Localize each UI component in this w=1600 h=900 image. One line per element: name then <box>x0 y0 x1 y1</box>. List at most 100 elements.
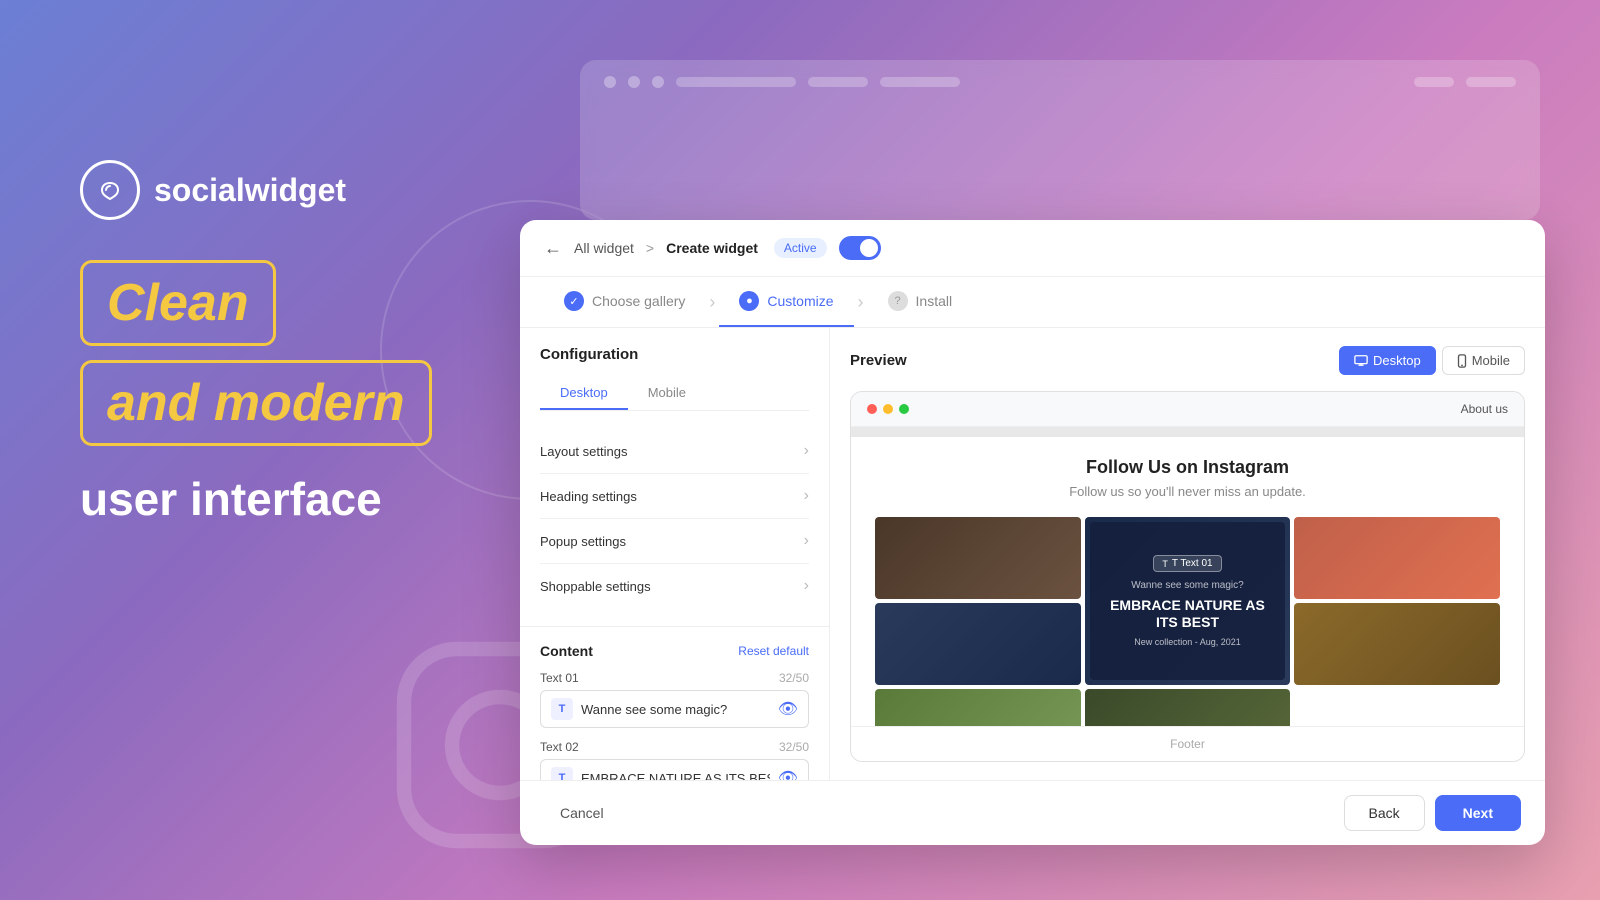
modal-body: Configuration Desktop Mobile Layout sett… <box>520 328 1545 780</box>
breadcrumb-all: All widget <box>574 240 634 256</box>
back-arrow-icon[interactable]: ← <box>544 238 562 259</box>
grid-cell-7 <box>1085 689 1291 726</box>
shoppable-settings-row[interactable]: Shoppable settings › <box>540 564 809 608</box>
step-1-dot: ✓ <box>564 291 584 311</box>
step-3-dot: ? <box>888 291 908 311</box>
site-content: Follow Us on Instagram Follow us so you'… <box>851 427 1524 761</box>
field-text01-wrap: T 👁 <box>540 690 809 728</box>
text01-eye-icon[interactable]: 👁 <box>778 699 798 719</box>
right-panel: Preview Desktop <box>830 328 1545 780</box>
grid-cell-3 <box>1294 517 1500 599</box>
preview-tab-mobile-label: Mobile <box>1472 353 1510 368</box>
preview-tab-desktop-label: Desktop <box>1373 353 1421 368</box>
preview-tab-mobile[interactable]: Mobile <box>1442 346 1525 375</box>
popup-tag: T T Text 01 <box>1153 555 1221 572</box>
grid-cell-5 <box>1294 603 1500 685</box>
field-text02-wrap: T 👁 <box>540 759 809 780</box>
headline-2: and modern <box>107 374 405 432</box>
heading-chevron-icon: › <box>804 487 809 505</box>
left-panel: Configuration Desktop Mobile Layout sett… <box>520 328 830 780</box>
browser-bar: About us <box>851 392 1524 427</box>
layout-settings-row[interactable]: Layout settings › <box>540 429 809 474</box>
layout-settings-label: Layout settings <box>540 444 627 459</box>
logo-text: socialwidget <box>154 172 346 209</box>
text02-eye-icon[interactable]: 👁 <box>778 768 798 780</box>
text02-t-icon: T <box>551 767 573 780</box>
text01-t-icon: T <box>551 698 573 720</box>
step-customize[interactable]: ● Customize <box>719 277 853 327</box>
popup-settings-row[interactable]: Popup settings › <box>540 519 809 564</box>
headline-1: Clean <box>107 274 249 332</box>
shoppable-chevron-icon: › <box>804 577 809 595</box>
browser-dot-green <box>899 404 909 414</box>
main-modal: ← All widget > Create widget Active ✓ Ch… <box>520 220 1545 845</box>
site-heading: Follow Us on Instagram <box>875 457 1500 478</box>
tab-desktop[interactable]: Desktop <box>540 377 628 410</box>
headline-box-1: Clean <box>80 260 276 346</box>
step-install[interactable]: ? Install <box>868 277 973 327</box>
content-section: Content Reset default Text 01 32/50 T 👁 <box>520 626 829 780</box>
step-1-label: Choose gallery <box>592 293 685 309</box>
headline-box-2: and modern <box>80 360 432 446</box>
layout-chevron-icon: › <box>804 442 809 460</box>
heading-settings-row[interactable]: Heading settings › <box>540 474 809 519</box>
config-tabs: Desktop Mobile <box>540 377 809 411</box>
browser-dot-red <box>867 404 877 414</box>
instagram-grid: T T Text 01 Wanne see some magic? EMBRAC… <box>875 517 1500 726</box>
grid-cell-4 <box>875 603 1081 685</box>
preview-title: Preview <box>850 352 907 369</box>
step-3-label: Install <box>916 293 953 309</box>
content-title: Content <box>540 643 593 659</box>
shoppable-settings-label: Shoppable settings <box>540 579 651 594</box>
config-title: Configuration <box>540 346 809 363</box>
branding-section: socialwidget Clean and modern user inter… <box>80 160 432 526</box>
grid-cell-2: T T Text 01 Wanne see some magic? EMBRAC… <box>1085 517 1291 685</box>
cancel-button[interactable]: Cancel <box>544 797 620 829</box>
site-footer: Footer <box>851 726 1524 761</box>
site-nav-bar <box>851 427 1524 437</box>
field-text01-label: Text 01 <box>540 671 579 685</box>
popup-tag-label: T Text 01 <box>1172 558 1213 569</box>
back-button[interactable]: Back <box>1344 795 1425 831</box>
preview-tab-desktop[interactable]: Desktop <box>1339 346 1436 375</box>
monitor-icon <box>1354 354 1368 368</box>
field-text01-input[interactable] <box>581 702 770 717</box>
settings-list: Layout settings › Heading settings › Pop… <box>540 429 809 608</box>
active-badge: Active <box>774 238 827 258</box>
footer-right-buttons: Back Next <box>1344 795 1521 831</box>
next-button[interactable]: Next <box>1435 795 1521 831</box>
step-sep-2: › <box>858 292 864 313</box>
browser-tab-label: About us <box>1461 402 1508 416</box>
reset-default-button[interactable]: Reset default <box>738 644 809 658</box>
field-text01-count: 32/50 <box>779 671 809 685</box>
field-text02-label-row: Text 02 32/50 <box>540 740 809 754</box>
tab-mobile[interactable]: Mobile <box>628 377 706 410</box>
popup-overlay: T T Text 01 Wanne see some magic? EMBRAC… <box>1090 522 1286 680</box>
site-subheading: Follow us so you'll never miss an update… <box>875 484 1500 499</box>
field-text01-label-row: Text 01 32/50 <box>540 671 809 685</box>
heading-settings-label: Heading settings <box>540 489 637 504</box>
field-text02-input[interactable] <box>581 771 770 781</box>
subheadline: user interface <box>80 472 432 526</box>
popup-desc: New collection - Aug, 2021 <box>1134 637 1241 647</box>
content-header: Content Reset default <box>540 643 809 659</box>
step-2-label: Customize <box>767 293 833 309</box>
logo-icon <box>80 160 140 220</box>
step-2-dot: ● <box>739 291 759 311</box>
popup-settings-label: Popup settings <box>540 534 626 549</box>
field-text02: Text 02 32/50 T 👁 <box>540 740 809 780</box>
modal-header: ← All widget > Create widget Active <box>520 220 1545 277</box>
preview-header: Preview Desktop <box>850 346 1525 375</box>
bg-ghost-card <box>580 60 1540 220</box>
field-text02-count: 32/50 <box>779 740 809 754</box>
step-sep-1: › <box>709 292 715 313</box>
grid-cell-1 <box>875 517 1081 599</box>
logo: socialwidget <box>80 160 432 220</box>
modal-footer: Cancel Back Next <box>520 780 1545 845</box>
step-choose-gallery[interactable]: ✓ Choose gallery <box>544 277 705 327</box>
steps-nav: ✓ Choose gallery › ● Customize › ? Insta… <box>520 277 1545 328</box>
phone-icon <box>1457 354 1467 368</box>
active-toggle[interactable] <box>839 236 881 260</box>
popup-chevron-icon: › <box>804 532 809 550</box>
browser-dot-yellow <box>883 404 893 414</box>
